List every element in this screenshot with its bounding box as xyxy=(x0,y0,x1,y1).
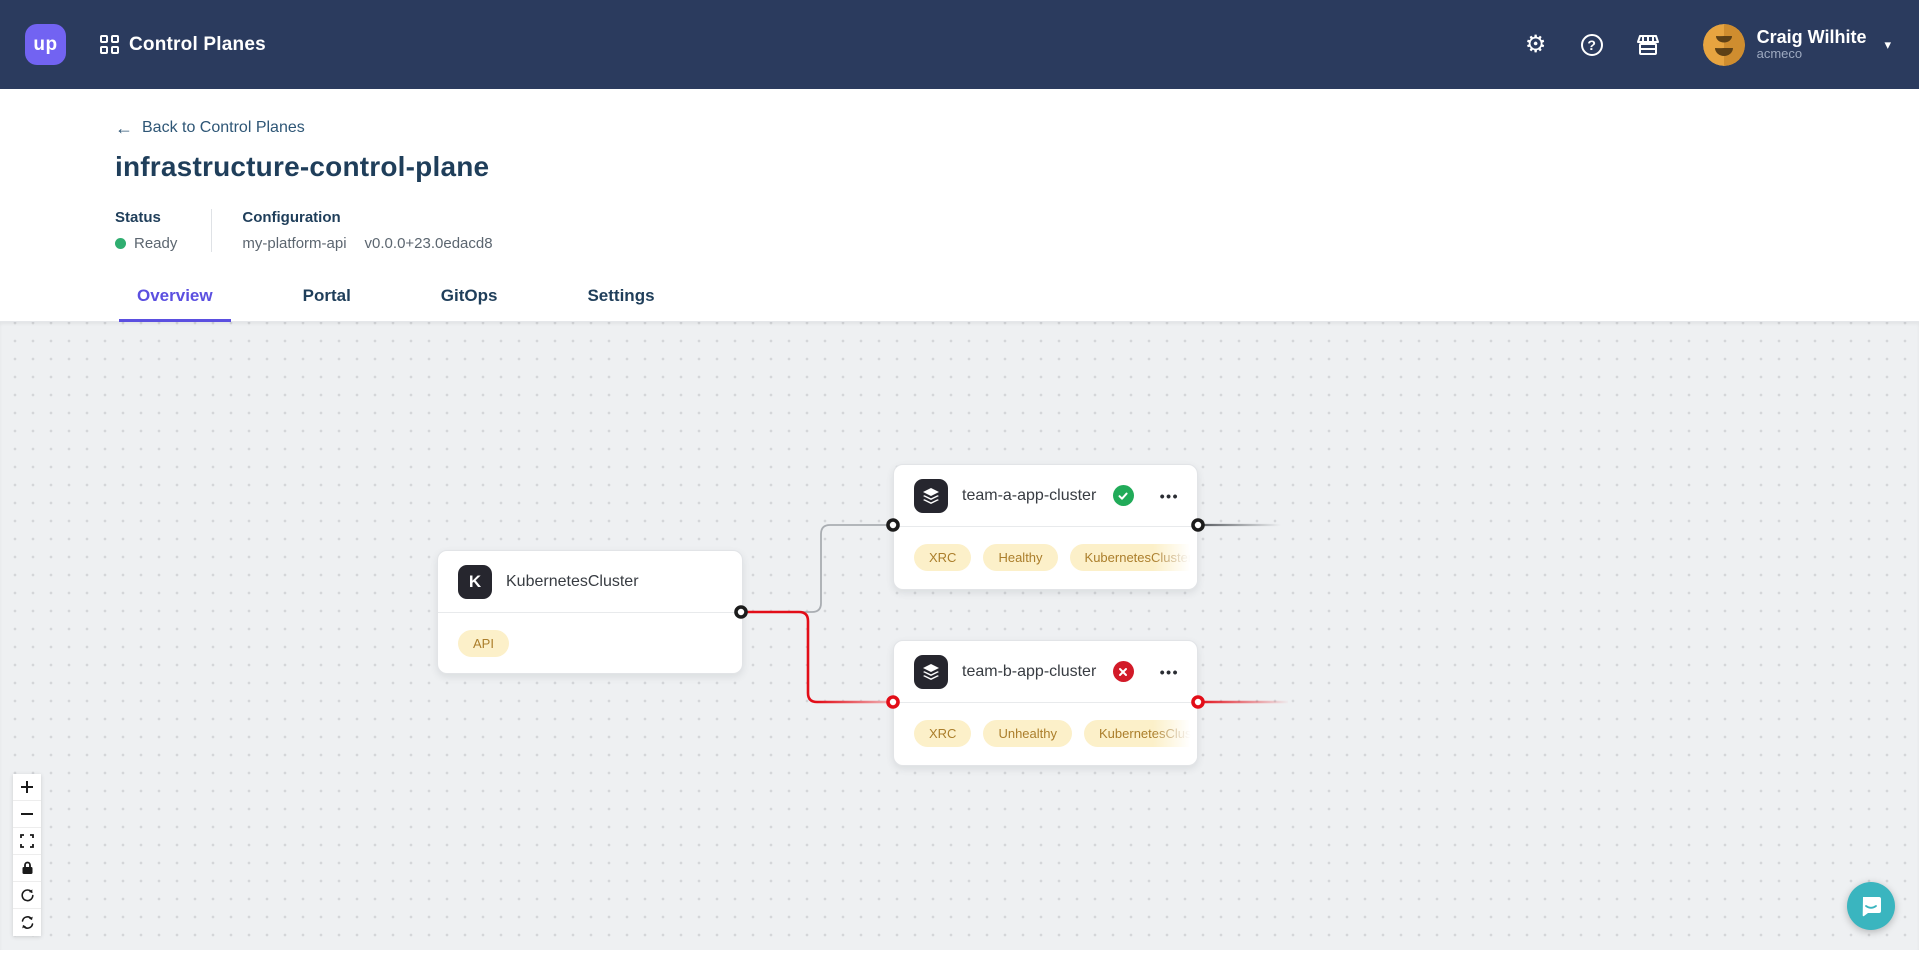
storefront-icon xyxy=(1635,33,1661,57)
user-menu[interactable]: Craig Wilhite acmeco ▾ xyxy=(1703,24,1891,66)
layers-icon xyxy=(914,655,948,689)
app-title: Control Planes xyxy=(129,34,266,56)
node-team-a-app-cluster[interactable]: team-a-app-cluster ••• XRC Healthy Kuber… xyxy=(893,464,1198,590)
lock-button[interactable] xyxy=(13,855,41,882)
tag-xrc: XRC xyxy=(914,720,971,747)
user-org: acmeco xyxy=(1757,47,1867,62)
tab-portal[interactable]: Portal xyxy=(285,276,369,322)
fade-overlay xyxy=(1153,527,1197,588)
rotate-icon xyxy=(20,888,35,903)
healthy-check-icon xyxy=(1113,485,1134,506)
node-title: KubernetesCluster xyxy=(506,573,639,591)
lock-icon xyxy=(21,861,34,875)
status-ready-dot xyxy=(115,238,126,249)
chat-launcher-button[interactable] xyxy=(1847,882,1895,930)
avatar xyxy=(1703,24,1745,66)
configuration-name: my-platform-api xyxy=(242,235,346,252)
fade-overlay xyxy=(1153,703,1197,764)
status-label: Status xyxy=(115,209,177,226)
tab-gitops[interactable]: GitOps xyxy=(423,276,516,322)
status-value: Ready xyxy=(134,235,177,252)
chat-bubble-icon xyxy=(1859,894,1883,918)
minus-icon xyxy=(20,807,34,821)
refresh-button[interactable] xyxy=(13,909,41,936)
tab-settings[interactable]: Settings xyxy=(569,276,672,322)
help-icon: ? xyxy=(1581,34,1603,56)
k-badge-icon: K xyxy=(458,565,492,599)
page-title: infrastructure-control-plane xyxy=(115,151,1919,183)
zoom-in-button[interactable] xyxy=(13,774,41,801)
fit-view-icon xyxy=(20,834,34,848)
tag-xrc: XRC xyxy=(914,544,971,571)
back-arrow-icon: ← xyxy=(115,119,133,137)
node-team-b-app-cluster[interactable]: team-b-app-cluster ••• XRC Unhealthy Kub… xyxy=(893,640,1198,766)
layers-icon xyxy=(914,479,948,513)
node-title: team-a-app-cluster xyxy=(962,487,1096,505)
status-block: Status Ready xyxy=(115,209,177,252)
divider xyxy=(211,209,212,252)
more-menu-icon[interactable]: ••• xyxy=(1160,664,1179,680)
user-name: Craig Wilhite xyxy=(1757,27,1867,48)
upbound-logo[interactable]: up xyxy=(25,24,66,65)
graph-edges xyxy=(0,322,1919,950)
reset-rotation-button[interactable] xyxy=(13,882,41,909)
top-navbar: up Control Planes ⚙ ? xyxy=(0,0,1919,89)
node-title: team-b-app-cluster xyxy=(962,663,1096,681)
graph-canvas[interactable]: K KubernetesCluster API team-a-app-clust… xyxy=(0,322,1919,950)
edge-kc-to-team-b xyxy=(741,612,893,702)
configuration-label: Configuration xyxy=(242,209,492,226)
help-button[interactable]: ? xyxy=(1577,30,1607,60)
page-header: ← Back to Control Planes infrastructure-… xyxy=(0,89,1919,252)
zoom-out-button[interactable] xyxy=(13,801,41,828)
back-to-control-planes-link[interactable]: ← Back to Control Planes xyxy=(115,119,305,137)
tag-healthy: Healthy xyxy=(983,544,1057,571)
flow-controls xyxy=(13,774,41,936)
tag-api: API xyxy=(458,630,509,657)
marketplace-button[interactable] xyxy=(1633,30,1663,60)
edge-kc-to-team-a xyxy=(741,525,893,612)
sync-icon xyxy=(20,915,35,930)
grid-icon xyxy=(100,35,119,54)
configuration-version: v0.0.0+23.0edacd8 xyxy=(365,235,493,252)
tab-bar: Overview Portal GitOps Settings xyxy=(0,276,1919,322)
chevron-down-icon: ▾ xyxy=(1884,37,1891,53)
tag-unhealthy: Unhealthy xyxy=(983,720,1072,747)
fit-view-button[interactable] xyxy=(13,828,41,855)
unhealthy-x-icon xyxy=(1113,661,1134,682)
configuration-block: Configuration my-platform-api v0.0.0+23.… xyxy=(242,209,492,252)
gear-icon: ⚙ xyxy=(1525,33,1547,57)
more-menu-icon[interactable]: ••• xyxy=(1160,488,1179,504)
tab-overview[interactable]: Overview xyxy=(119,276,231,322)
plus-icon xyxy=(20,780,34,794)
node-kubernetescluster[interactable]: K KubernetesCluster API xyxy=(437,550,743,674)
settings-gear-button[interactable]: ⚙ xyxy=(1521,30,1551,60)
